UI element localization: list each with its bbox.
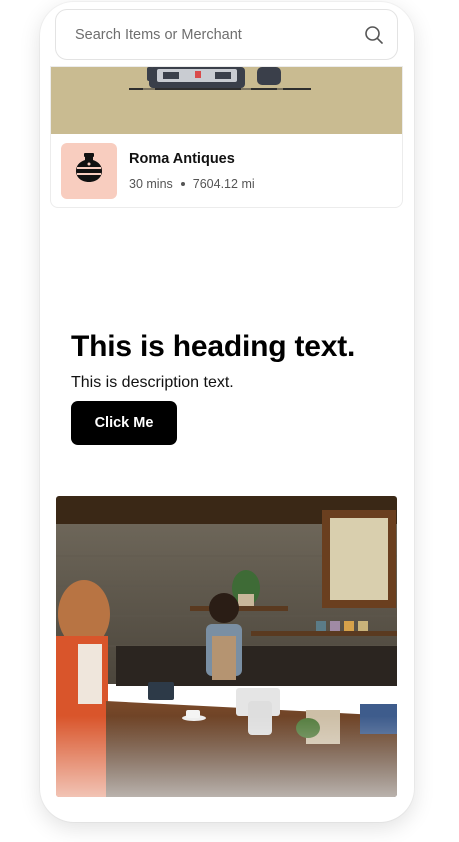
merchant-banner-image — [51, 67, 402, 134]
merchant-distance: 7604.12 mi — [192, 177, 255, 191]
merchant-thumbnail — [61, 143, 117, 199]
click-me-button[interactable]: Click Me — [71, 401, 177, 445]
merchant-card[interactable]: Roma Antiques 30 mins 7604.12 mi — [50, 66, 403, 208]
hero-heading: This is heading text. — [71, 330, 356, 363]
vase-icon — [74, 152, 104, 191]
merchant-name: Roma Antiques — [129, 151, 235, 167]
cafe-photo — [56, 496, 397, 797]
search-bar[interactable] — [55, 9, 398, 60]
separator-dot — [180, 182, 185, 186]
search-icon[interactable] — [363, 24, 385, 46]
phone-frame: Roma Antiques 30 mins 7604.12 mi This is… — [40, 2, 414, 822]
hero-section: This is heading text. This is descriptio… — [71, 330, 355, 445]
merchant-meta: 30 mins 7604.12 mi — [129, 177, 255, 191]
search-input[interactable] — [73, 25, 363, 44]
hero-description: This is description text. — [71, 374, 234, 391]
delivery-time: 30 mins — [129, 177, 173, 191]
